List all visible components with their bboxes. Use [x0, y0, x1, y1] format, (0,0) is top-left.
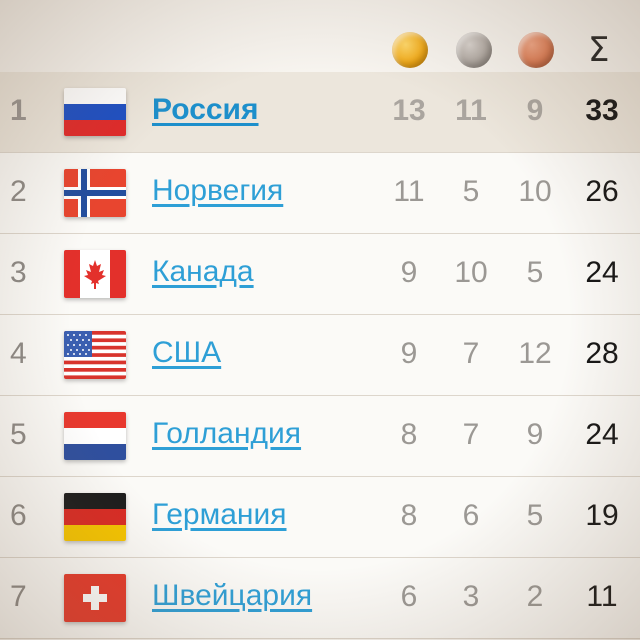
gold-count: 8	[400, 418, 418, 451]
total-count: 24	[585, 418, 619, 451]
silver-count: 3	[462, 580, 480, 613]
silver-count: 7	[462, 337, 480, 370]
table-row: 5 Голландия 8 7 9 24	[0, 396, 640, 477]
country-link[interactable]: Россия	[152, 93, 259, 127]
gold-count: 13	[392, 94, 426, 127]
rank: 2	[10, 175, 27, 208]
silver-medal-icon	[456, 32, 492, 68]
total-count: 33	[585, 94, 619, 127]
bronze-count: 9	[526, 94, 544, 127]
total-count: 24	[585, 256, 619, 289]
table-row: 3 Канада 9 10 5 24	[0, 234, 640, 315]
total-count: 19	[585, 499, 619, 532]
norway-flag-icon	[64, 169, 126, 217]
bronze-count: 2	[526, 580, 544, 613]
medal-standings-table: 1 Россия 13 11 9 33 2 Норвегия 11 5 10 2…	[0, 72, 640, 639]
canada-flag-icon	[64, 250, 126, 298]
rank: 4	[10, 337, 27, 370]
switzerland-flag-icon	[64, 574, 126, 622]
gold-count: 9	[400, 337, 418, 370]
bronze-count: 5	[526, 256, 544, 289]
total-sigma-icon: Σ	[588, 30, 610, 70]
silver-count: 10	[454, 256, 488, 289]
bronze-medal-icon	[518, 32, 554, 68]
gold-count: 9	[400, 256, 418, 289]
table-row: 7 Швейцария 6 3 2 11	[0, 558, 640, 639]
total-count: 11	[586, 580, 618, 613]
table-header: Σ	[0, 0, 640, 72]
bronze-count: 10	[518, 175, 552, 208]
country-link[interactable]: Норвегия	[152, 174, 283, 208]
germany-flag-icon	[64, 493, 126, 541]
medal-table-frame: Σ 1 Россия 13 11 9 33 2 Норвегия 11 5 10…	[0, 0, 640, 640]
gold-count: 8	[400, 499, 418, 532]
rank: 5	[10, 418, 27, 451]
silver-count: 7	[462, 418, 480, 451]
gold-count: 11	[393, 175, 425, 208]
silver-count: 11	[455, 94, 487, 127]
table-row: 4 США 9 7 12 28	[0, 315, 640, 396]
bronze-count: 12	[518, 337, 552, 370]
country-link[interactable]: Канада	[152, 255, 254, 289]
rank: 7	[10, 580, 27, 613]
rank: 1	[10, 94, 27, 127]
gold-medal-icon	[392, 32, 428, 68]
rank: 3	[10, 256, 27, 289]
usa-flag-icon	[64, 331, 126, 379]
table-row: 1 Россия 13 11 9 33	[0, 72, 640, 153]
table-row: 6 Германия 8 6 5 19	[0, 477, 640, 558]
total-count: 26	[585, 175, 619, 208]
country-link[interactable]: США	[152, 336, 221, 370]
silver-count: 6	[462, 499, 480, 532]
country-link[interactable]: Голландия	[152, 417, 301, 451]
rank: 6	[10, 499, 27, 532]
silver-count: 5	[462, 175, 480, 208]
country-link[interactable]: Швейцария	[152, 579, 312, 613]
bronze-count: 5	[526, 499, 544, 532]
netherlands-flag-icon	[64, 412, 126, 460]
russia-flag-icon	[64, 88, 126, 136]
gold-count: 6	[400, 580, 418, 613]
table-row: 2 Норвегия 11 5 10 26	[0, 153, 640, 234]
bronze-count: 9	[526, 418, 544, 451]
country-link[interactable]: Германия	[152, 498, 287, 532]
total-count: 28	[585, 337, 619, 370]
